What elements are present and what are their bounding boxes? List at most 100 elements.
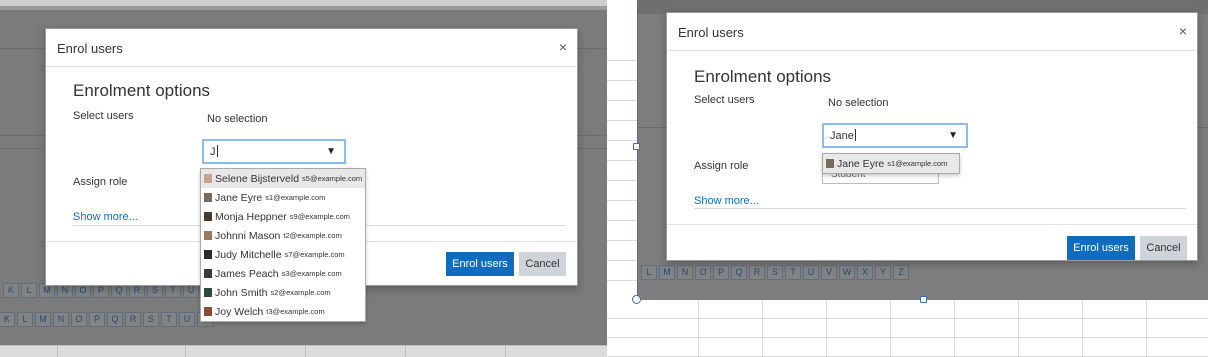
initial-letter[interactable]: O [71, 312, 87, 327]
enrol-users-button[interactable]: Enrol users [1067, 236, 1135, 260]
suggestion-email: s9@example.com [289, 212, 350, 221]
avatar-icon [204, 174, 212, 183]
section-divider [694, 208, 1187, 209]
initial-letter[interactable]: K [0, 312, 15, 327]
initial-letter[interactable]: R [125, 312, 141, 327]
initials-filter-row-2: K L M N O P Q R S T U V [0, 312, 213, 327]
initial-letter[interactable]: X [857, 265, 873, 280]
suggestion-email: s3@example.com [281, 269, 342, 278]
initial-letter[interactable]: T [161, 312, 177, 327]
initial-letter[interactable]: K [3, 283, 19, 298]
suggestion-email: t3@example.com [266, 307, 325, 316]
initial-letter[interactable]: U [803, 265, 819, 280]
show-more-link[interactable]: Show more... [694, 195, 759, 207]
dialog-title: Enrol users [57, 41, 123, 56]
suggestion-name: Selene Bijsterveld [215, 172, 300, 185]
assign-role-label: Assign role [73, 176, 128, 188]
suggestion-item[interactable]: Joy Welch t3@example.com [201, 302, 365, 321]
user-search-input[interactable]: Jane ▼ [822, 123, 968, 148]
initial-letter[interactable]: R [749, 265, 765, 280]
initial-letter[interactable]: Z [893, 265, 909, 280]
text-cursor [854, 129, 856, 141]
suggestion-name: John Smith [215, 286, 268, 299]
suggestion-email: s1@example.com [265, 193, 326, 202]
no-selection-text: No selection [828, 97, 889, 109]
suggestion-item[interactable]: Jane Eyre s1@example.com [201, 188, 365, 207]
initial-letter[interactable]: T [785, 265, 801, 280]
caret-down-icon[interactable]: ▼ [948, 130, 958, 141]
suggestion-name: James Peach [215, 267, 279, 280]
dialog-header: Enrol users × [667, 13, 1197, 51]
initial-letter[interactable]: N [677, 265, 693, 280]
resize-handle[interactable] [920, 296, 927, 303]
initial-letter[interactable]: W [839, 265, 855, 280]
suggestion-item[interactable]: Selene Bijsterveld s5@example.com [201, 169, 365, 188]
suggestion-item[interactable]: James Peach s3@example.com [201, 264, 365, 283]
dialog-title: Enrol users [678, 25, 744, 40]
suggestion-item[interactable]: Judy Mitchelle s7@example.com [201, 245, 365, 264]
initial-letter[interactable]: P [713, 265, 729, 280]
resize-handle[interactable] [632, 295, 641, 304]
suggestion-name: Judy Mitchelle [215, 248, 282, 261]
initial-letter[interactable]: S [767, 265, 783, 280]
avatar-icon [204, 212, 212, 221]
cancel-button[interactable]: Cancel [519, 252, 566, 276]
avatar-icon [204, 250, 212, 259]
initial-letter[interactable]: M [35, 312, 51, 327]
enrol-users-dialog: Enrol users × Enrolment options Select u… [666, 12, 1198, 261]
avatar-icon [204, 307, 212, 316]
section-title: Enrolment options [694, 67, 832, 86]
close-icon[interactable]: × [1179, 23, 1187, 39]
initial-letter[interactable]: O [695, 265, 711, 280]
suggestion-item[interactable]: Jane Eyre s1@example.com [823, 154, 959, 173]
table-header-strip [0, 345, 607, 357]
avatar-icon [204, 231, 212, 240]
enrol-users-button[interactable]: Enrol users [446, 252, 514, 276]
initial-letter[interactable]: Y [875, 265, 891, 280]
suggestion-name: Jane Eyre [837, 157, 885, 170]
user-suggestions-dropdown: Selene Bijsterveld s5@example.com Jane E… [200, 168, 366, 322]
user-search-input[interactable]: J ▼ [202, 139, 346, 164]
caret-down-icon[interactable]: ▼ [326, 146, 336, 157]
dialog-header: Enrol users × [46, 29, 577, 67]
initial-letter[interactable]: U [179, 312, 195, 327]
suggestion-email: s1@example.com [887, 159, 948, 168]
initial-letter[interactable]: L [17, 312, 33, 327]
suggestion-email: s7@example.com [284, 250, 345, 259]
initial-letter[interactable]: L [21, 283, 37, 298]
user-suggestions-dropdown: Jane Eyre s1@example.com [822, 153, 960, 174]
avatar-icon [204, 269, 212, 278]
suggestion-name: Johnni Mason [215, 229, 281, 242]
select-users-label: Select users [73, 110, 134, 122]
search-input-value: J [210, 146, 216, 158]
resize-handle[interactable] [633, 143, 640, 150]
suggestion-item[interactable]: John Smith s2@example.com [201, 283, 365, 302]
avatar-icon [826, 159, 834, 168]
footer-divider [667, 224, 1197, 225]
suggestion-email: s2@example.com [270, 288, 331, 297]
cancel-button[interactable]: Cancel [1140, 236, 1187, 260]
embedded-image-overlay: L M N O P Q R S T U V W X Y Z Enrol user… [637, 0, 1208, 300]
suggestion-name: Monja Heppner [215, 210, 287, 223]
initial-letter[interactable]: L [641, 265, 657, 280]
search-input-value: Jane [830, 130, 854, 142]
avatar-icon [204, 193, 212, 202]
initial-letter[interactable]: M [659, 265, 675, 280]
section-title: Enrolment options [73, 81, 211, 100]
assign-role-label: Assign role [694, 160, 749, 172]
right-screen: L M N O P Q R S T U V W X Y Z Enrol user… [607, 0, 1208, 357]
suggestion-item[interactable]: Johnni Mason t2@example.com [201, 226, 365, 245]
initial-letter[interactable]: Q [731, 265, 747, 280]
initial-letter[interactable]: P [89, 312, 105, 327]
initial-letter[interactable]: Q [107, 312, 123, 327]
select-users-label: Select users [694, 94, 755, 106]
initial-letter[interactable]: S [143, 312, 159, 327]
suggestion-email: t2@example.com [283, 231, 342, 240]
suggestion-item[interactable]: Monja Heppner s9@example.com [201, 207, 365, 226]
suggestion-name: Jane Eyre [215, 191, 263, 204]
initial-letter[interactable]: V [821, 265, 837, 280]
close-icon[interactable]: × [559, 39, 567, 55]
avatar-icon [204, 288, 212, 297]
initial-letter[interactable]: N [53, 312, 69, 327]
show-more-link[interactable]: Show more... [73, 211, 138, 223]
